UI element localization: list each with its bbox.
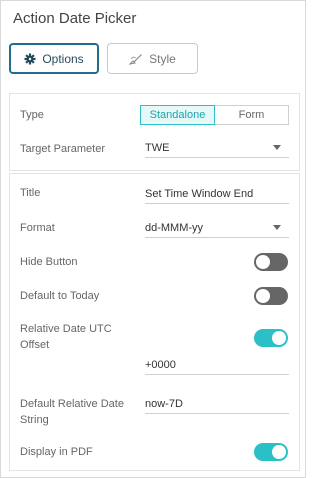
default-relative-input[interactable]: now-7D <box>145 394 289 414</box>
default-relative-label-line1: Default Relative Date <box>20 398 124 410</box>
tab-options-label: Options <box>42 51 84 66</box>
title-label: Title <box>20 187 41 199</box>
relative-utc-offset-input[interactable]: +0000 <box>145 355 289 375</box>
display-pdf-toggle[interactable] <box>254 443 288 461</box>
type-option-standalone[interactable]: Standalone <box>140 105 215 125</box>
relative-utc-offset-value: +0000 <box>145 358 176 371</box>
target-parameter-select[interactable]: TWE <box>145 138 289 158</box>
default-relative-value: now-7D <box>145 397 183 410</box>
format-select[interactable]: dd-MMM-yy <box>145 218 289 238</box>
panel-title: Action Date Picker <box>13 10 137 27</box>
default-today-label: Default to Today <box>20 290 100 302</box>
format-value: dd-MMM-yy <box>145 221 204 234</box>
title-input[interactable]: Set Time Window End <box>145 184 289 204</box>
toggle-knob <box>272 445 286 459</box>
brush-icon <box>129 53 143 65</box>
hide-button-label: Hide Button <box>20 256 78 268</box>
toggle-knob <box>272 331 286 345</box>
chevron-down-icon <box>273 145 281 150</box>
chevron-down-icon <box>273 225 281 230</box>
type-option-form[interactable]: Form <box>215 105 289 125</box>
toggle-knob <box>256 289 270 303</box>
display-pdf-label: Display in PDF <box>20 446 93 458</box>
type-segmented-control: Standalone Form <box>140 105 289 125</box>
hide-button-toggle[interactable] <box>254 253 288 271</box>
tab-options[interactable]: Options <box>9 43 99 74</box>
title-input-value: Set Time Window End <box>145 187 254 200</box>
gear-icon <box>24 53 36 65</box>
relative-utc-toggle[interactable] <box>254 329 288 347</box>
format-label: Format <box>20 222 55 234</box>
relative-utc-label: Relative Date UTC Offset <box>20 321 112 353</box>
relative-utc-label-line2: Offset <box>20 339 50 351</box>
target-parameter-value: TWE <box>145 141 170 154</box>
default-relative-label: Default Relative Date String <box>20 396 124 428</box>
tab-style-label: Style <box>149 51 176 66</box>
action-date-picker-panel: Action Date Picker Options Style Type St… <box>0 0 306 478</box>
tab-style[interactable]: Style <box>107 43 198 74</box>
default-relative-label-line2: String <box>20 414 49 426</box>
type-label: Type <box>20 109 44 121</box>
toggle-knob <box>256 255 270 269</box>
relative-utc-label-line1: Relative Date UTC <box>20 323 112 335</box>
default-today-toggle[interactable] <box>254 287 288 305</box>
target-parameter-label: Target Parameter <box>20 143 105 155</box>
